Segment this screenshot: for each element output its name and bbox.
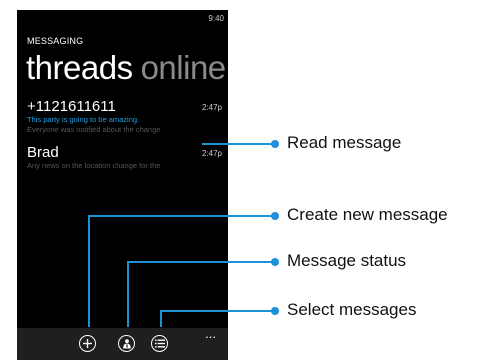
callout-line-status bbox=[127, 261, 275, 263]
new-message-button[interactable] bbox=[79, 335, 96, 352]
callout-select-messages: Select messages bbox=[287, 300, 417, 319]
thread-sender: Brad bbox=[27, 144, 59, 161]
pivot-item-online[interactable]: online bbox=[141, 49, 227, 86]
callout-read-message: Read message bbox=[287, 133, 402, 152]
app-bar: ... bbox=[17, 327, 228, 360]
callout-message-status: Message status bbox=[287, 251, 407, 270]
message-status-button[interactable] bbox=[118, 335, 135, 352]
callout-dot-read bbox=[271, 140, 279, 148]
callout-dot-status bbox=[271, 258, 279, 266]
thread-time: 2:47p bbox=[201, 149, 222, 158]
pivot-header: threads online bbox=[26, 49, 226, 87]
pivot-item-threads[interactable]: threads bbox=[26, 49, 133, 86]
callout-dot-select bbox=[271, 307, 279, 315]
more-options-button[interactable]: ... bbox=[205, 327, 216, 340]
thread-time: 2:47p bbox=[201, 103, 222, 112]
thread-preview-unread: This party is going to be amazing. bbox=[27, 115, 140, 124]
select-messages-button[interactable] bbox=[151, 335, 168, 352]
callout-line-create bbox=[88, 215, 275, 217]
list-select-icon bbox=[154, 339, 165, 348]
thread-item[interactable]: Brad 2:47p Any news on the location chan… bbox=[27, 144, 222, 171]
callout-line-read bbox=[202, 143, 275, 145]
callout-create-new-message: Create new message bbox=[287, 205, 448, 224]
thread-preview: Everyone was notified about the change bbox=[27, 125, 161, 134]
callout-line-create-vertical bbox=[88, 215, 90, 327]
app-title: MESSAGING bbox=[27, 36, 84, 46]
person-status-icon bbox=[122, 338, 131, 348]
phone-screen: 9:40 MESSAGING threads online +1121611611… bbox=[17, 10, 228, 360]
thread-item[interactable]: +1121611611 2:47p This party is going to… bbox=[27, 98, 222, 135]
callout-dot-create bbox=[271, 212, 279, 220]
callout-line-select bbox=[160, 310, 275, 312]
thread-sender: +1121611611 bbox=[27, 98, 116, 115]
plus-icon bbox=[83, 339, 92, 348]
callout-line-select-vertical bbox=[160, 310, 162, 327]
status-time: 9:40 bbox=[208, 14, 224, 23]
thread-preview: Any news on the location change for the bbox=[27, 161, 161, 170]
callout-line-status-vertical bbox=[127, 261, 129, 327]
